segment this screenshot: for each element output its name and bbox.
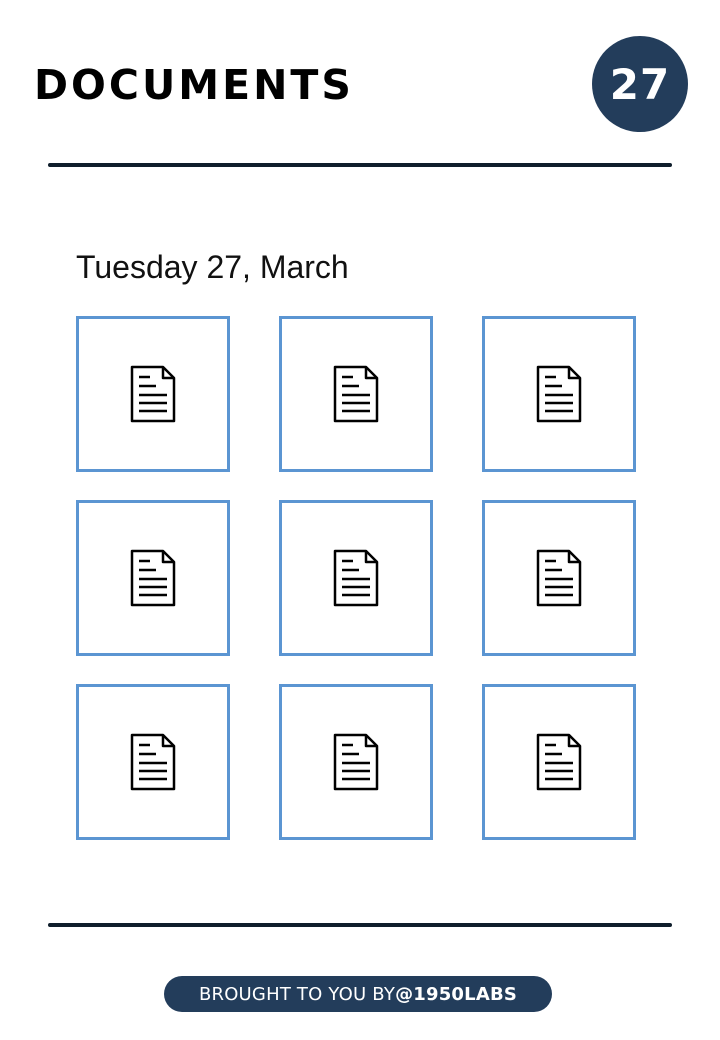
document-grid (76, 316, 636, 840)
document-icon (536, 549, 582, 607)
document-icon (536, 733, 582, 791)
day-badge: 27 (592, 36, 688, 132)
document-icon (333, 365, 379, 423)
page-title: DOCUMENTS (34, 61, 354, 109)
document-tile[interactable] (482, 684, 636, 840)
document-icon (333, 733, 379, 791)
credit-brand: @1950LABS (395, 983, 518, 1005)
credit-badge[interactable]: BROUGHT TO YOU BY @1950LABS (164, 976, 552, 1012)
document-icon (333, 549, 379, 607)
document-tile[interactable] (482, 500, 636, 656)
top-divider (48, 163, 672, 167)
document-tile[interactable] (482, 316, 636, 472)
document-tile[interactable] (76, 316, 230, 472)
document-icon (130, 549, 176, 607)
document-icon (130, 365, 176, 423)
document-tile[interactable] (76, 500, 230, 656)
document-tile[interactable] (76, 684, 230, 840)
document-tile[interactable] (279, 500, 433, 656)
document-tile[interactable] (279, 684, 433, 840)
bottom-divider (48, 923, 672, 927)
document-icon (536, 365, 582, 423)
credit-prefix: BROUGHT TO YOU BY (198, 983, 396, 1005)
document-tile[interactable] (279, 316, 433, 472)
document-icon (130, 733, 176, 791)
date-label: Tuesday 27, March (76, 249, 349, 285)
